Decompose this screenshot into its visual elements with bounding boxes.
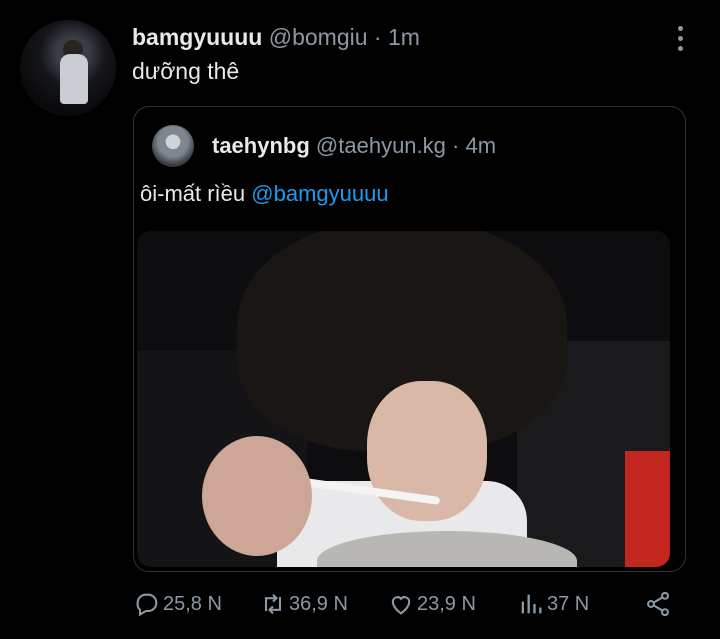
reply-button[interactable]: 25,8 N [133,588,222,620]
share-button[interactable] [644,588,672,620]
like-icon [391,596,411,615]
quote-header: taehynbg @taehyun.kg · 4m [212,133,496,159]
views-count: 37 N [547,592,590,615]
quote-timestamp[interactable]: 4m [465,133,496,158]
timestamp[interactable]: 1m [388,24,420,50]
views-icon [521,594,542,614]
retweet-button[interactable]: 36,9 N [259,588,348,620]
like-count: 23,9 N [417,592,476,615]
action-bar: 25,8 N 36,9 N 23,9 N 37 N [133,588,693,620]
retweet-count: 36,9 N [289,592,348,615]
quote-media-image[interactable] [137,231,670,567]
quote-avatar[interactable] [152,125,194,167]
author-handle[interactable]: @bomgiu [269,24,368,50]
more-icon[interactable] [670,22,690,54]
avatar-figure [60,54,88,104]
views-button[interactable]: 37 N [517,588,589,620]
quote-text: ôi-mất rìều @bamgyuuuu [140,181,389,207]
quote-separator-dot: · [452,133,460,158]
separator-dot: · [373,24,382,50]
author-name[interactable]: bamgyuuuu [132,24,262,50]
image-hand [202,436,312,556]
tweet[interactable]: bamgyuuuu @bomgiu · 1m dưỡng thê taehynb… [0,0,720,639]
avatar[interactable] [20,20,116,116]
more-dot [677,45,683,51]
mention-link[interactable]: @bamgyuuuu [251,181,388,206]
share-icon [647,591,669,617]
more-dot [677,25,683,31]
image-red-box [625,451,670,567]
quote-author-name[interactable]: taehynbg [212,133,310,158]
reply-icon [136,593,158,617]
tweet-header: bamgyuuuu @bomgiu · 1m [132,24,420,51]
quote-author-handle[interactable]: @taehyun.kg [316,133,446,158]
reply-count: 25,8 N [163,592,222,615]
tweet-text: dưỡng thê [132,58,240,84]
more-dot [677,35,683,41]
retweet-icon [264,593,282,615]
quoted-tweet[interactable]: taehynbg @taehyun.kg · 4m ôi-mất rìều @b… [133,106,686,572]
quote-text-body: ôi-mất rìều [140,181,246,206]
like-button[interactable]: 23,9 N [387,588,476,620]
